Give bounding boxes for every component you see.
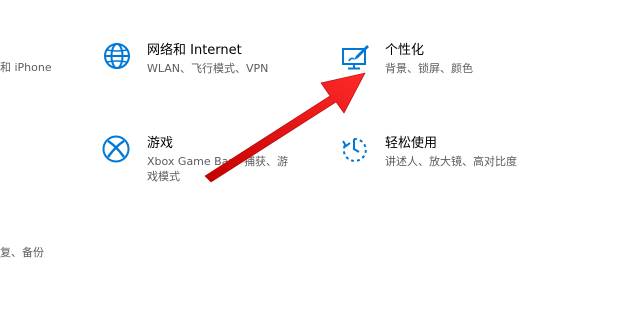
tile-desc-personalization: 背景、锁屏、颜色 (385, 62, 473, 75)
tile-title-network: 网络和 Internet (147, 43, 242, 58)
tile-title-personalization: 个性化 (385, 43, 425, 58)
xbox-icon (102, 135, 130, 163)
tile-desc-ease-of-access: 讲述人、放大镜、高对比度 (385, 155, 517, 168)
settings-tile-gaming[interactable]: 游戏 Xbox Game Bar、捕获、游戏模式 (102, 135, 302, 185)
tile-desc-gaming: Xbox Game Bar、捕获、游戏模式 (147, 155, 288, 183)
update-tile-desc-fragment: 复、备份 (0, 246, 44, 259)
settings-tile-network[interactable]: 网络和 Internet WLAN、飞行模式、VPN (102, 42, 302, 82)
globe-icon (104, 43, 130, 69)
phone-tile-desc-fragment: 和 iPhone (0, 61, 52, 74)
tile-desc-network: WLAN、飞行模式、VPN (147, 62, 269, 75)
tile-title-ease-of-access: 轻松使用 (385, 136, 438, 151)
settings-tile-ease-of-access[interactable]: 轻松使用 讲述人、放大镜、高对比度 (340, 135, 540, 175)
tile-title-gaming: 游戏 (147, 136, 174, 151)
settings-tile-personalization[interactable]: 个性化 背景、锁屏、颜色 (340, 42, 540, 82)
paint-brush-icon (342, 45, 369, 70)
ease-of-access-icon (342, 137, 367, 162)
